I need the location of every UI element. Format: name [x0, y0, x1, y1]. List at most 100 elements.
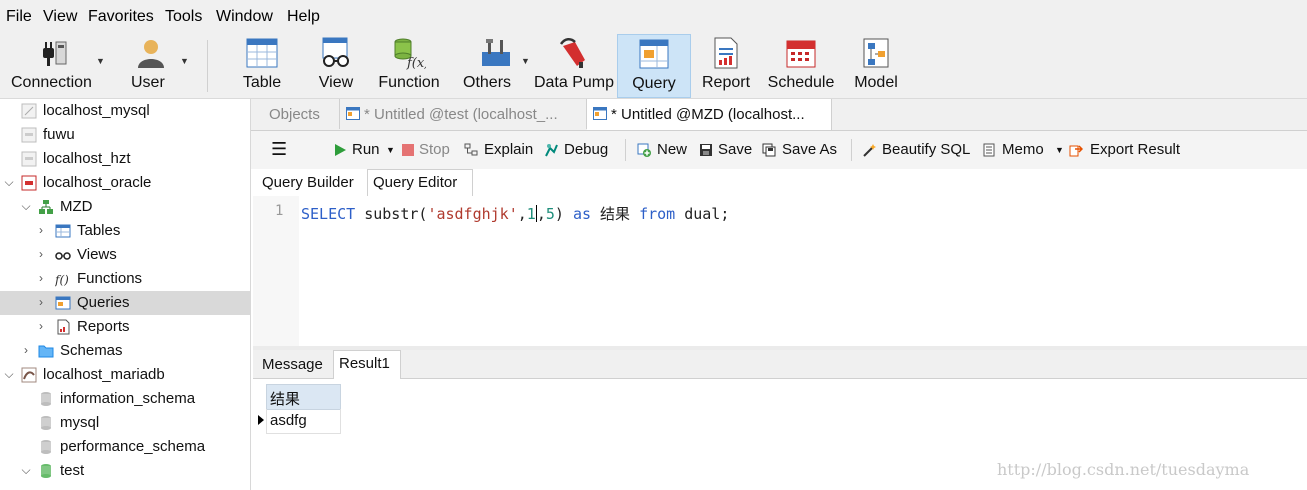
model-button[interactable]: Model [846, 34, 906, 96]
menu-file[interactable]: File [6, 8, 32, 26]
new-label: New [657, 141, 688, 158]
connection-button[interactable]: Connection ▼ [4, 34, 105, 96]
chevron-right-icon[interactable]: › [35, 271, 47, 285]
chevron-down-icon[interactable]: ▼ [180, 56, 189, 66]
tree-node-views[interactable]: › Views [0, 243, 250, 267]
function-icon: f(x) [394, 38, 426, 70]
others-label: Others [463, 74, 512, 91]
chevron-down-icon[interactable]: ⌵ [3, 175, 15, 190]
tab-label: Objects [269, 106, 320, 123]
chevron-right-icon[interactable]: › [35, 295, 47, 309]
hamburger-menu-icon[interactable]: ☰ [271, 139, 287, 160]
user-button[interactable]: User ▼ [112, 34, 190, 96]
view-button[interactable]: View [306, 34, 366, 96]
tab-label: Message [262, 356, 323, 373]
sql-editor[interactable]: 1 SELECT substr('asdfghjk',1,5) as 结果 fr… [253, 196, 1307, 346]
sql-keyword-as: as [572, 205, 591, 223]
tab-result1[interactable]: Result1 [333, 350, 401, 379]
tree-node-fuwu[interactable]: fuwu [0, 123, 250, 147]
database-icon [41, 440, 51, 454]
report-icon [714, 37, 738, 69]
tree-node-schemas[interactable]: › Schemas [0, 339, 250, 363]
sql-comma: , [536, 205, 546, 223]
column-header[interactable]: 结果 [266, 384, 341, 410]
tree-node-information-schema[interactable]: information_schema [0, 387, 250, 411]
oracle-connection-icon [21, 175, 37, 191]
menu-help[interactable]: Help [287, 8, 320, 26]
table-cell[interactable]: asdfg [266, 409, 341, 434]
play-icon [335, 144, 346, 156]
sql-table-name: dual; [675, 205, 730, 223]
export-result-label: Export Result [1090, 141, 1181, 158]
tree-node-tables[interactable]: › Tables [0, 219, 250, 243]
tree-node-localhost-mysql[interactable]: localhost_mysql [0, 99, 250, 123]
new-query-icon [637, 143, 651, 157]
chevron-down-icon[interactable]: ▼ [96, 56, 105, 66]
tree-node-mysql[interactable]: mysql [0, 411, 250, 435]
menu-tools[interactable]: Tools [165, 8, 202, 26]
folder-icon [38, 345, 54, 358]
tree-node-localhost-mariadb[interactable]: ⌵ localhost_mariadb [0, 363, 250, 387]
tree-node-queries[interactable]: › Queries [0, 291, 250, 315]
chevron-down-icon[interactable]: ▼ [386, 145, 395, 155]
menu-favorites[interactable]: Favorites [88, 8, 154, 26]
tab-untitled-mzd[interactable]: * Untitled @MZD (localhost... [587, 99, 832, 130]
function-label: Function [378, 74, 440, 91]
view-label: View [318, 74, 354, 91]
toolbar-separator [851, 139, 852, 161]
connection-tree: localhost_mysql fuwu localhost_hzt ⌵ loc… [0, 99, 251, 490]
chevron-down-icon[interactable]: ⌵ [3, 367, 15, 382]
menu-view[interactable]: View [43, 8, 77, 26]
tab-query-builder[interactable]: Query Builder [257, 170, 363, 196]
stop-label: Stop [419, 141, 450, 158]
run-label: Run [352, 141, 380, 158]
query-button[interactable]: Query [617, 34, 691, 98]
plug-icon [43, 41, 67, 66]
cell-value: asdfg [270, 412, 307, 429]
main-toolbar: Connection ▼ User ▼ Table View f(x Funct… [0, 34, 1307, 99]
tab-label: * Untitled @MZD (localhost... [611, 106, 805, 123]
query-icon [346, 107, 360, 120]
chevron-down-icon[interactable]: ▼ [1055, 145, 1064, 155]
line-number: 1 [275, 203, 284, 219]
function-button[interactable]: f(x) Function [373, 34, 445, 96]
chevron-right-icon[interactable]: › [35, 319, 47, 333]
calendar-icon [786, 40, 816, 68]
data-pump-button[interactable]: Data Pump [533, 34, 615, 96]
tab-message[interactable]: Message [257, 352, 333, 378]
tree-node-test[interactable]: ⌵ test [0, 459, 250, 483]
menu-window[interactable]: Window [216, 8, 273, 26]
tree-node-localhost-oracle[interactable]: ⌵ localhost_oracle [0, 171, 250, 195]
sql-code-line[interactable]: SELECT substr('asdfghjk',1,5) as 结果 from… [301, 203, 729, 224]
tab-untitled-test[interactable]: * Untitled @test (localhost_... [340, 99, 587, 129]
tree-node-mzd[interactable]: ⌵ MZD [0, 195, 250, 219]
tab-query-editor[interactable]: Query Editor [367, 169, 473, 197]
chevron-down-icon[interactable]: ▼ [521, 56, 530, 66]
report-button[interactable]: Report [696, 34, 756, 96]
chevron-right-icon[interactable]: › [20, 343, 32, 357]
connection-icon [21, 103, 37, 119]
tree-node-label: information_schema [60, 390, 196, 407]
schedule-button[interactable]: Schedule [763, 34, 839, 96]
others-button[interactable]: Others ▼ [458, 34, 534, 96]
row-pointer-icon [258, 415, 264, 425]
chevron-down-icon[interactable]: ⌵ [20, 199, 32, 214]
tree-node-label: MZD [60, 198, 93, 215]
tree-node-label: performance_schema [60, 438, 206, 455]
memo-icon [983, 143, 995, 157]
tree-node-label: localhost_mariadb [43, 366, 165, 383]
chevron-right-icon[interactable]: › [35, 223, 47, 237]
sql-function-name: substr( [355, 205, 428, 223]
tree-node-functions[interactable]: › f() Functions [0, 267, 250, 291]
table-button[interactable]: Table [232, 34, 292, 96]
explain-icon [464, 143, 478, 156]
tab-objects[interactable]: Objects [251, 99, 340, 129]
chevron-down-icon[interactable]: ⌵ [20, 463, 32, 478]
connection-icon [21, 127, 37, 143]
chevron-right-icon[interactable]: › [35, 247, 47, 261]
tree-node-reports[interactable]: › Reports [0, 315, 250, 339]
tree-node-localhost-hzt[interactable]: localhost_hzt [0, 147, 250, 171]
tree-node-performance-schema[interactable]: performance_schema [0, 435, 250, 459]
debug-icon [545, 144, 558, 157]
result-tabs: Message Result1 [253, 350, 1307, 379]
